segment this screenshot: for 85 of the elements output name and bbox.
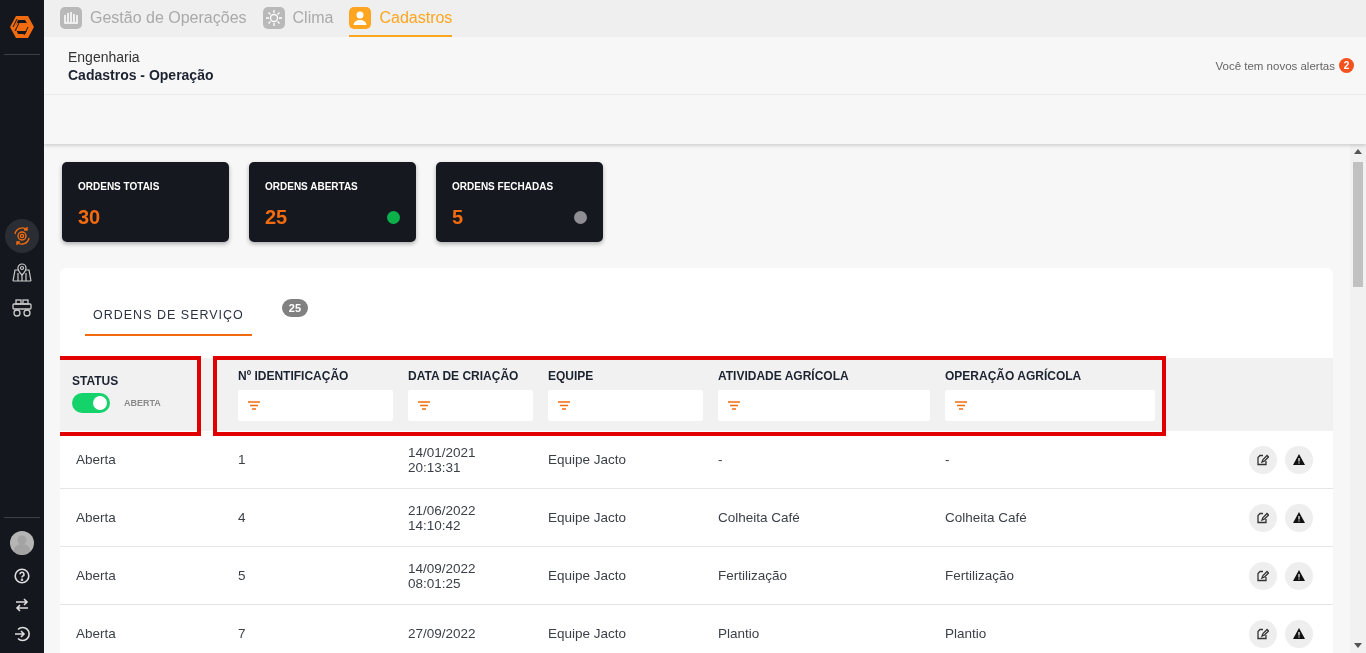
- stat-value: 30: [78, 206, 101, 229]
- avatar-icon[interactable]: [10, 531, 34, 555]
- edit-icon: [1257, 453, 1269, 466]
- map-pin-icon: [11, 261, 33, 283]
- filter-field[interactable]: [945, 390, 1155, 421]
- table-cell: Equipe Jacto: [548, 510, 627, 525]
- stat-label: ORDENS ABERTAS: [265, 181, 358, 192]
- edit-button[interactable]: [1249, 619, 1277, 648]
- warning-icon: [1293, 628, 1305, 639]
- warning-icon: [1293, 454, 1305, 465]
- table-cell-text: 14/01/2021 20:13:31: [408, 444, 477, 475]
- table-cell: Fertilização: [718, 568, 788, 583]
- toggle-label: ABERTA: [124, 398, 161, 408]
- nav-tab[interactable]: Clima: [262, 0, 334, 37]
- filter-icon: [558, 401, 570, 410]
- table-cell: Colheita Café: [718, 510, 800, 525]
- page-title: Cadastros - Operação: [68, 66, 214, 83]
- table-cell-text: 27/09/2022: [408, 626, 477, 641]
- table-cell: Equipe Jacto: [548, 626, 627, 641]
- status-toggle[interactable]: [72, 393, 110, 413]
- filter-field[interactable]: [548, 390, 703, 421]
- edit-button[interactable]: [1249, 445, 1277, 474]
- alert-count-badge: 2: [1339, 58, 1354, 73]
- alerts-link[interactable]: Você tem novos alertas: [1215, 59, 1335, 72]
- table-cell: Aberta: [76, 568, 116, 583]
- filter-field[interactable]: [408, 390, 533, 421]
- sidebar-item[interactable]: [5, 219, 39, 253]
- stat-value: 25: [265, 206, 288, 229]
- alert-button[interactable]: [1285, 445, 1313, 474]
- filter-field[interactable]: [238, 390, 393, 421]
- column-header: ATIVIDADE AGRÍCOLA: [718, 369, 850, 383]
- edit-button[interactable]: [1249, 503, 1277, 532]
- logo-icon: [9, 14, 35, 40]
- gear-icon: [11, 225, 33, 247]
- warning-icon: [1293, 512, 1305, 523]
- sun-icon: [262, 6, 285, 29]
- alert-button[interactable]: [1285, 619, 1313, 648]
- nav-tab[interactable]: Gestão de Operações: [60, 0, 247, 37]
- table-cell: Aberta: [76, 510, 116, 525]
- logout-icon[interactable]: [14, 626, 30, 642]
- alert-button[interactable]: [1285, 561, 1313, 590]
- help-icon[interactable]: [14, 568, 30, 584]
- table-cell-text: 21/06/2022 14:10:42: [408, 502, 477, 533]
- stat-label: ORDENS FECHADAS: [452, 181, 554, 192]
- person-icon: [349, 6, 372, 29]
- table-cell-text: 14/09/2022 08:01:25: [408, 560, 477, 591]
- stat-label: ORDENS TOTAIS: [78, 181, 160, 192]
- warning-icon: [1293, 570, 1305, 581]
- table-cell: Plantio: [945, 626, 987, 641]
- column-header: DATA DE CRIAÇÃO: [408, 369, 520, 383]
- edit-button[interactable]: [1249, 561, 1277, 590]
- table-cell: Colheita Café: [945, 510, 1027, 525]
- filter-icon: [955, 401, 967, 410]
- table-cell: Fertilização: [945, 568, 1015, 583]
- alert-button[interactable]: [1285, 503, 1313, 532]
- filter-icon: [728, 401, 740, 410]
- column-header: Nº IDENTIFICAÇÃO: [238, 369, 350, 383]
- table-cell: -: [718, 452, 723, 467]
- edit-icon: [1257, 627, 1269, 640]
- column-header: OPERAÇÃO AGRÍCOLA: [945, 369, 1083, 383]
- filter-icon: [418, 401, 430, 410]
- filter-icon: [248, 401, 260, 410]
- table-cell: 1: [238, 452, 246, 467]
- column-header: EQUIPE: [548, 369, 595, 383]
- section-tab[interactable]: ORDENS DE SERVIÇO: [85, 295, 252, 336]
- table-cell: Equipe Jacto: [548, 452, 627, 467]
- stat-value: 5: [452, 206, 464, 229]
- swap-icon[interactable]: [14, 597, 30, 613]
- count-badge: 25: [281, 299, 309, 317]
- table-cell: Plantio: [718, 626, 760, 641]
- breadcrumb: Engenharia: [68, 48, 141, 65]
- filter-field[interactable]: [718, 390, 930, 421]
- scrollbar[interactable]: [1350, 144, 1366, 653]
- edit-icon: [1257, 569, 1269, 582]
- table-cell: 5: [238, 568, 246, 583]
- table-cell: -: [945, 452, 950, 467]
- column-header: STATUS: [72, 374, 120, 388]
- table-cell: Aberta: [76, 452, 116, 467]
- chart-icon: [60, 6, 82, 29]
- table-cell: Equipe Jacto: [548, 568, 627, 583]
- table-cell: 7: [238, 626, 246, 641]
- edit-icon: [1257, 511, 1269, 524]
- vehicle-icon: [11, 298, 33, 318]
- table-cell: Aberta: [76, 626, 116, 641]
- table-cell: 4: [238, 510, 246, 525]
